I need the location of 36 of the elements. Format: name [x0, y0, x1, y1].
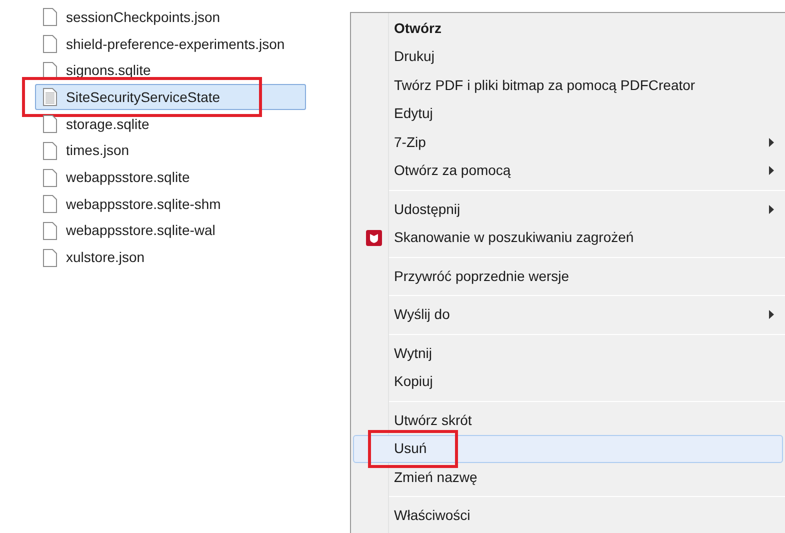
menu-item[interactable]: Utwórz skrót — [353, 406, 783, 434]
file-icon — [43, 222, 57, 240]
menu-item[interactable]: Drukuj — [353, 42, 783, 71]
menu-item[interactable]: Przywróć poprzednie wersje — [353, 262, 783, 290]
menu-item[interactable]: Twórz PDF i pliki bitmap za pomocą PDFCreator — [353, 71, 783, 100]
menu-item[interactable]: Wyślij do — [353, 300, 783, 329]
file-row[interactable]: shield-preference-experiments.json — [35, 31, 306, 58]
menu-item[interactable]: Kopiuj — [353, 368, 783, 396]
file-row[interactable]: webappsstore.sqlite-shm — [35, 191, 306, 218]
menu-item[interactable]: Skanowanie w poszukiwaniu zagrożeń — [353, 224, 783, 252]
menu-item[interactable]: Zmień nazwę — [353, 463, 783, 492]
file-icon — [43, 88, 57, 106]
file-row[interactable]: sessionCheckpoints.json — [35, 4, 306, 30]
file-row[interactable]: signons.sqlite — [35, 58, 306, 84]
menu-item[interactable]: Otwórz za pomocą — [353, 156, 783, 185]
menu-item[interactable]: Wytnij — [353, 339, 783, 368]
menu-item[interactable]: Właściwości — [353, 502, 783, 530]
menu-item[interactable]: Usuń — [353, 434, 783, 463]
file-icon — [43, 35, 57, 54]
file-row[interactable]: storage.sqlite — [35, 111, 306, 138]
menu-item[interactable]: Otwórz — [353, 14, 783, 42]
file-icon — [43, 8, 57, 26]
file-icon — [43, 142, 57, 160]
file-icon — [43, 248, 57, 267]
menu-item[interactable]: 7-Zip — [353, 128, 783, 156]
file-row[interactable]: times.json — [35, 138, 306, 164]
file-row[interactable]: webappsstore.sqlite-wal — [35, 218, 306, 244]
file-icon — [43, 168, 57, 187]
file-row[interactable]: SiteSecurityServiceState — [35, 84, 306, 110]
menu-item[interactable]: Edytuj — [353, 100, 783, 128]
file-row[interactable]: webappsstore.sqlite — [35, 164, 306, 191]
shield-icon — [366, 230, 382, 246]
file-icon — [43, 195, 57, 214]
file-icon — [43, 115, 57, 134]
file-row[interactable]: xulstore.json — [35, 244, 306, 271]
menu-item[interactable]: Udostępnij — [353, 195, 783, 224]
